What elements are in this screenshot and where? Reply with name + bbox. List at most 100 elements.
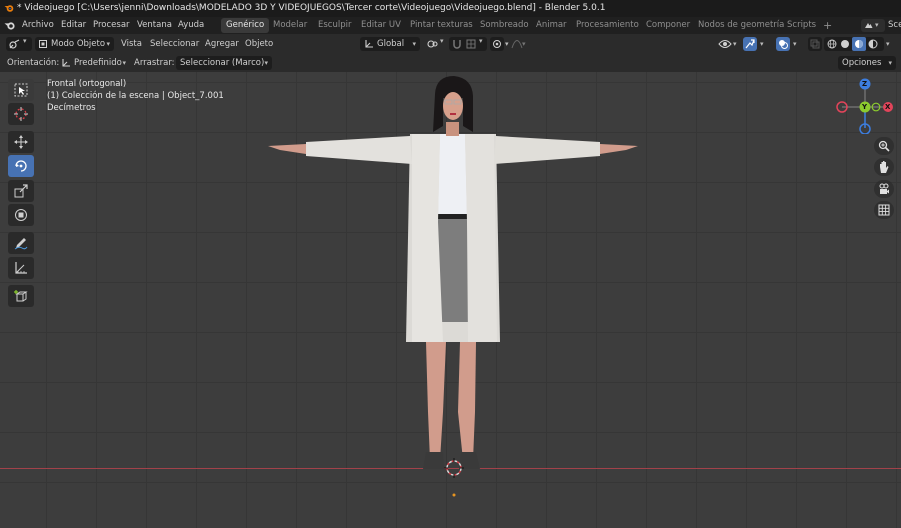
units-label: Decímetros	[47, 103, 96, 113]
transform-orientation-label: Global	[377, 39, 405, 49]
orientation-dropdown[interactable]: Predefinido ▾	[58, 56, 128, 70]
overlays-icon	[779, 40, 788, 49]
visibility-eye-icon[interactable]	[718, 38, 732, 50]
mode-dropdown[interactable]: Modo Objeto ▾	[35, 37, 114, 51]
drag-label: Arrastrar:	[134, 58, 175, 68]
orientation-axes-icon	[365, 40, 373, 48]
cursor-tool[interactable]	[8, 103, 34, 125]
chevron-down-icon[interactable]: ▾	[522, 37, 526, 51]
grid-icon	[878, 204, 890, 216]
menu-ventana[interactable]: Ventana	[137, 17, 172, 34]
options-label: Opciones	[842, 58, 882, 68]
transform-orientation-dropdown[interactable]: Global ▾	[360, 37, 420, 51]
snapping-group[interactable]: ▾	[449, 37, 487, 51]
mode-label: Modo Objeto	[51, 39, 106, 49]
drag-dropdown[interactable]: Seleccionar (Marco) ▾	[176, 56, 272, 70]
add-cube-tool[interactable]	[8, 285, 34, 307]
shading-mode-group[interactable]	[824, 37, 884, 51]
chevron-down-icon[interactable]: ▾	[505, 37, 509, 51]
chevron-down-icon[interactable]: ▾	[733, 37, 737, 51]
camera-view-button[interactable]	[874, 180, 894, 198]
chevron-down-icon[interactable]: ▾	[886, 37, 890, 51]
scale-icon	[14, 184, 28, 198]
add-workspace-button[interactable]: +	[818, 18, 837, 33]
xray-toggle[interactable]	[808, 37, 822, 51]
rendered-shading-icon[interactable]	[868, 39, 878, 49]
scene-icon	[865, 23, 873, 28]
gizmo-x-label[interactable]: X	[885, 101, 890, 113]
ruler-icon	[15, 262, 27, 274]
drag-value: Seleccionar (Marco)	[180, 58, 265, 68]
select-box-tool[interactable]	[8, 79, 34, 101]
scale-tool[interactable]	[8, 180, 34, 202]
annotate-tool[interactable]	[8, 232, 34, 254]
tab-sombreado[interactable]: Sombreado	[475, 18, 534, 33]
solid-shading-icon[interactable]	[840, 39, 850, 49]
proportional-editing-toggle[interactable]	[490, 37, 504, 51]
tool-settings-header: Orientación: Predefinido ▾ Arrastrar: Se…	[0, 54, 901, 72]
cursor-icon	[14, 107, 28, 121]
tab-modelar[interactable]: Modelar	[268, 18, 312, 33]
collection-object-label: (1) Colección de la escena | Object_7.00…	[47, 91, 224, 101]
wireframe-shading-icon[interactable]	[827, 39, 837, 49]
menu-archivo[interactable]: Archivo	[22, 17, 54, 34]
chevron-down-icon: ▾	[122, 59, 126, 67]
view-name: Frontal (ortogonal)	[47, 79, 127, 89]
character-model[interactable]	[260, 72, 650, 502]
3d-viewport[interactable]	[0, 72, 901, 528]
menu-vista[interactable]: Vista	[121, 37, 142, 51]
tab-procesamiento[interactable]: Procesamiento	[571, 18, 644, 33]
blender-menu-icon[interactable]	[4, 20, 16, 31]
tab-pintar-texturas[interactable]: Pintar texturas	[405, 18, 478, 33]
toggle-perspective-button[interactable]	[874, 201, 894, 219]
tab-editar-uv[interactable]: Editar UV	[356, 18, 406, 33]
chevron-down-icon: ▾	[888, 59, 892, 67]
pan-button[interactable]	[874, 158, 894, 176]
zoom-button[interactable]	[874, 137, 894, 155]
pencil-icon	[14, 238, 28, 250]
scene-name-label: Sce	[888, 20, 901, 30]
xray-icon	[810, 39, 820, 49]
measure-tool[interactable]	[8, 257, 34, 279]
menu-seleccionar[interactable]: Seleccionar	[150, 37, 199, 51]
menu-editar[interactable]: Editar	[61, 17, 86, 34]
chevron-down-icon: ▾	[264, 59, 268, 67]
gizmo-icon	[745, 39, 755, 49]
magnet-icon	[453, 40, 461, 49]
show-overlays-toggle[interactable]	[776, 37, 790, 51]
chevron-down-icon: ▾	[875, 21, 879, 29]
move-icon	[14, 135, 28, 149]
chevron-down-icon: ▾	[106, 40, 110, 48]
viewport-header: ▾ Modo Objeto ▾ Vista Seleccionar Agrega…	[0, 34, 901, 55]
options-dropdown[interactable]: Opciones ▾	[838, 56, 896, 70]
gizmo-y-label[interactable]: Y	[862, 101, 867, 113]
material-preview-icon	[855, 40, 863, 48]
scene-selector[interactable]: ▾	[861, 19, 885, 32]
gizmo-z-label[interactable]: Z	[862, 78, 867, 90]
move-tool[interactable]	[8, 131, 34, 153]
blender-logo-icon	[4, 5, 14, 12]
chevron-down-icon: ▾	[412, 40, 416, 48]
tab-nodos-de-geometria[interactable]: Nodos de geometría	[693, 18, 789, 33]
menu-procesar[interactable]: Procesar	[93, 17, 130, 34]
editor-type-button[interactable]: ▾	[6, 37, 32, 51]
menu-objeto[interactable]: Objeto	[245, 37, 273, 51]
navigation-gizmo[interactable]: Z Y X	[833, 78, 897, 134]
menu-agregar[interactable]: Agregar	[205, 37, 239, 51]
menu-ayuda[interactable]: Ayuda	[178, 17, 204, 34]
snap-increment-icon	[466, 39, 476, 49]
material-shading-active[interactable]	[852, 37, 866, 51]
tab-componer[interactable]: Componer	[641, 18, 695, 33]
tab-scripts[interactable]: Scripts	[782, 18, 821, 33]
tab-esculpir[interactable]: Esculpir	[313, 18, 356, 33]
orientation-label: Orientación:	[7, 58, 60, 68]
tab-generico[interactable]: Genérico	[221, 18, 270, 33]
tab-animar[interactable]: Animar	[531, 18, 572, 33]
show-gizmo-toggle[interactable]	[743, 37, 757, 51]
rotate-tool[interactable]	[8, 155, 34, 177]
transform-tool[interactable]	[8, 204, 34, 226]
chevron-down-icon[interactable]: ▾	[760, 37, 764, 51]
viewport-info-overlay: Frontal (ortogonal) (1) Colección de la …	[47, 78, 224, 114]
chevron-down-icon[interactable]: ▾	[793, 37, 797, 51]
pivot-point-dropdown[interactable]: ▾	[425, 37, 447, 51]
